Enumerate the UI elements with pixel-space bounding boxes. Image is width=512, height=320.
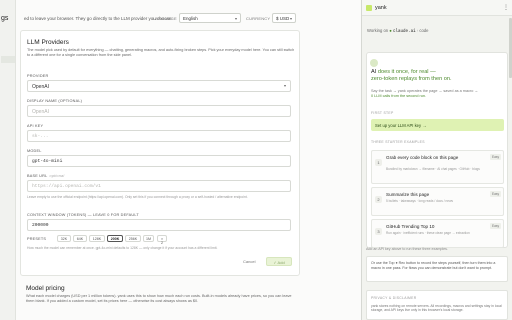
example-title: Summarize this page (386, 192, 430, 197)
api-key-input[interactable]: sk-... (27, 130, 291, 142)
privacy-tip: ed to leave your browser. They go direct… (24, 16, 173, 21)
context-label: CONTEXT WINDOW (TOKENS) — LEAVE 0 FOR DE… (27, 213, 139, 217)
context-window-input[interactable]: 200000 (27, 219, 291, 231)
chevron-down-icon: ▾ (289, 16, 292, 21)
base-url-label: BASE URL optional (27, 174, 65, 178)
working-on-page: code (419, 28, 429, 33)
base-url-hint: Leave empty to use the official endpoint… (27, 195, 248, 199)
example-card[interactable]: 1 Grab every code block on this page Bundl… (371, 150, 504, 184)
api-key-label: API KEY (27, 124, 44, 128)
display-name-input[interactable]: OpenAI (27, 105, 291, 117)
privacy-text: yank stores nothing on remote servers. A… (371, 304, 502, 313)
nav-item-active[interactable] (1, 56, 15, 63)
difficulty-badge: Easy (490, 154, 502, 160)
currency-select[interactable]: $ USD ▾ (272, 13, 296, 23)
first-step-label: FIRST STEP (371, 111, 394, 115)
example-number: 1 (375, 159, 382, 166)
llm-providers-card: LLM Providers The model pick used by def… (20, 30, 300, 276)
working-on: Working on ● claude.ai › code (367, 28, 429, 34)
example-number: 3 (375, 228, 382, 235)
currency-label: CURRENCY (246, 16, 271, 21)
site-dot-icon: ● (389, 28, 392, 33)
example-card[interactable]: 2 Summarize this page 5 bullets · takeaway… (371, 187, 504, 216)
display-name-label: DISPLAY NAME (OPTIONAL) (27, 99, 83, 103)
chevron-down-icon: ▾ (283, 83, 286, 88)
kebab-icon[interactable]: ⋮ (503, 4, 509, 11)
top-bar: ed to leave your browser. They go direct… (0, 12, 361, 26)
chevron-down-icon: ▾ (234, 16, 237, 21)
example-description: Bundled by markdown → filename · AI chat… (386, 167, 480, 171)
difficulty-badge: Easy (490, 223, 502, 229)
privacy-card: PRIVACY & DISCLAIMER yank stores nothing… (366, 290, 508, 320)
llm-title: LLM Providers (27, 39, 69, 46)
preset-128k[interactable]: 128K (89, 235, 105, 242)
settings-panel: gs ed to leave your browser. They go dir… (0, 0, 362, 320)
model-label: MODEL (27, 149, 42, 153)
preset-2[interactable]: × 2 (157, 235, 167, 245)
example-card[interactable]: 3 GitHub Trending Top 10 Run again · ineff… (371, 219, 504, 248)
language-label: LANGUAGE (153, 16, 177, 21)
preset-200k[interactable]: 200K (107, 235, 123, 242)
examples-label: THREE STARTER EXAMPLES (371, 140, 425, 144)
presets-label: PRESETS (27, 237, 47, 241)
context-hint: How much the model can remember at once.… (27, 246, 218, 250)
separator: › (416, 28, 419, 33)
example-description: 5 bullets · takeaways · long reads / doc… (386, 199, 453, 203)
headline: AI does it once, for real — zero-token r… (371, 69, 452, 82)
provider-select[interactable]: OpenAI ▾ (27, 80, 291, 92)
preset-64k[interactable]: 64K (73, 235, 87, 242)
example-title: GitHub Trending Top 10 (386, 224, 435, 229)
lede: Say the task → yank operates the page → … (371, 89, 479, 98)
working-on-site: claude.ai (392, 30, 416, 34)
settings-nav: gs (0, 0, 16, 320)
welcome-card: AI does it once, for real — zero-token r… (366, 52, 508, 248)
pricing-description: What each model charges (USD per 1 milli… (26, 294, 292, 304)
setup-api-key-button[interactable]: Set up your LLM API key → (371, 119, 504, 131)
preset-256k[interactable]: 256K (125, 235, 141, 242)
preset-32k[interactable]: 32K (57, 235, 71, 242)
example-number: 2 (375, 196, 382, 203)
add-key-note: Add an API key above to run these three … (366, 247, 448, 251)
provider-label: PROVIDER (27, 74, 49, 78)
language-select[interactable]: English ▾ (179, 13, 241, 23)
example-title: Grab every code block on this page (386, 155, 459, 160)
difficulty-badge: Easy (490, 191, 502, 197)
cancel-button[interactable]: Cancel (239, 257, 259, 266)
yank-logo (366, 5, 372, 11)
app-title: yank (375, 5, 387, 11)
base-url-input[interactable]: https://api.openai.com/v1 (27, 180, 291, 192)
add-button[interactable]: ✓ Add (266, 257, 292, 266)
pricing-title: Model pricing (26, 285, 65, 292)
yank-side-panel: yank ⋮ Working on ● claude.ai › code AI … (362, 0, 512, 320)
record-tip: Or use the Top ● Rec button to record th… (366, 256, 508, 282)
example-description: Run again · inefficient runs · these cle… (386, 231, 470, 235)
model-input[interactable]: gpt-4o-mini (27, 155, 291, 167)
privacy-label: PRIVACY & DISCLAIMER (371, 296, 417, 300)
llm-description: The model pick used by default for every… (27, 48, 295, 58)
preset-1m[interactable]: 1M (143, 235, 154, 242)
side-panel-header: yank ⋮ (362, 0, 512, 16)
sparkle-icon (370, 59, 378, 67)
